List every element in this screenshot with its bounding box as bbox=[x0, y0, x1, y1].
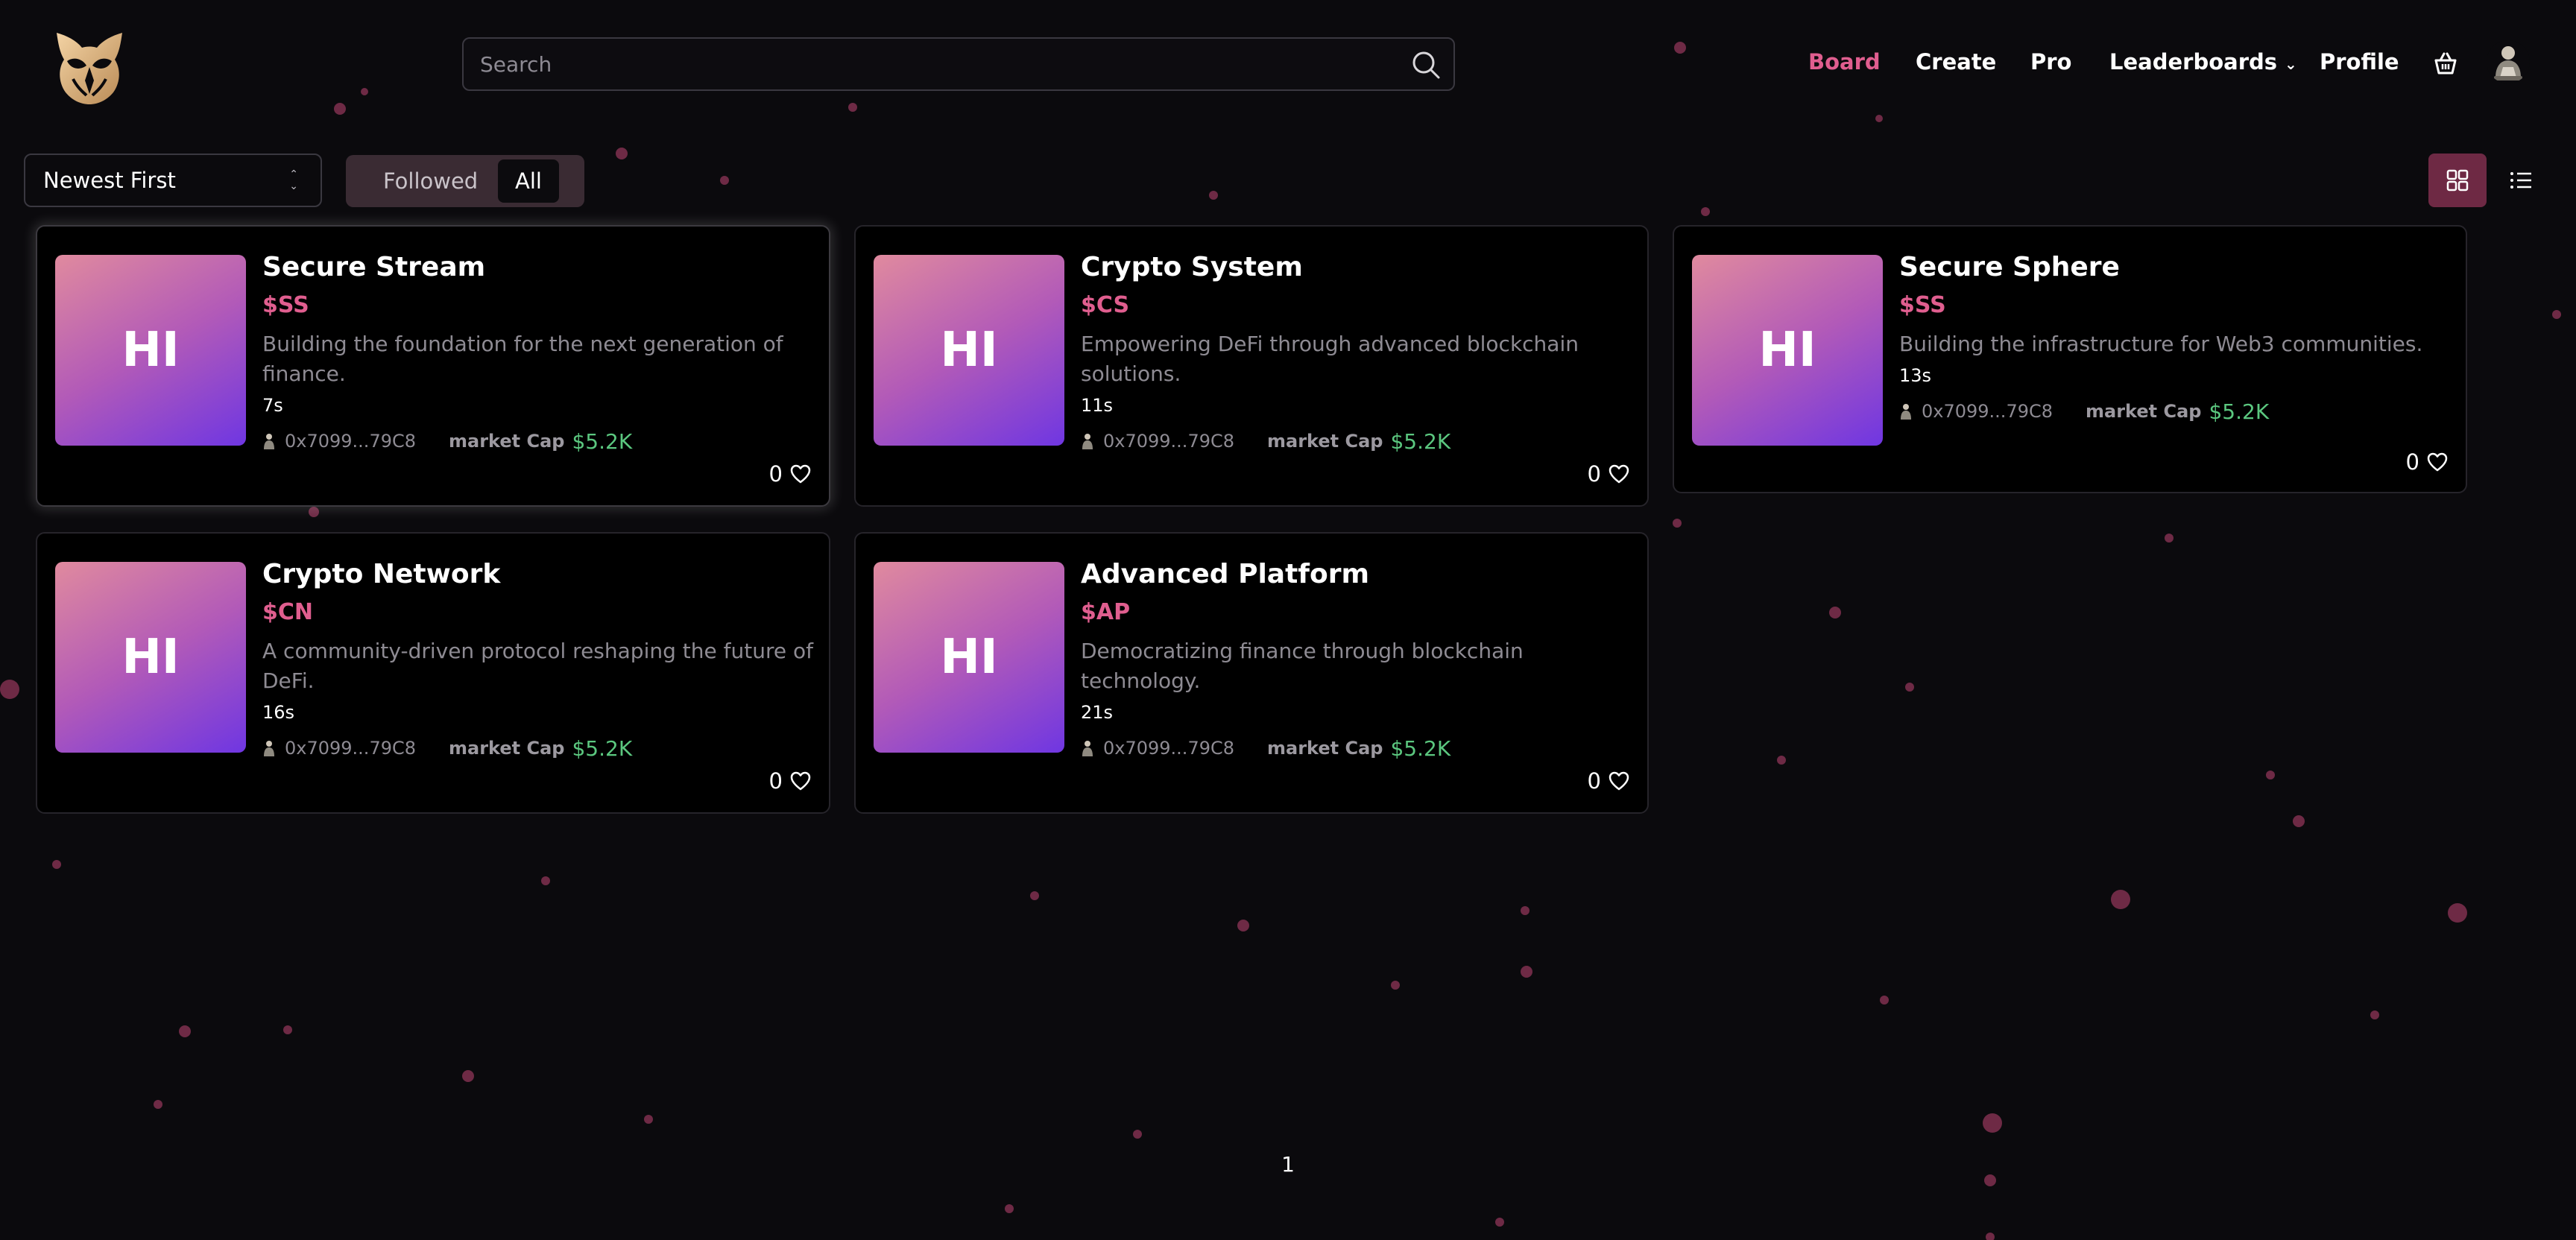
market-cap-value: $5.2K bbox=[1390, 736, 1451, 761]
creator-address[interactable]: 0x7099...79C8 bbox=[1922, 401, 2053, 422]
creator-avatar-icon bbox=[1901, 404, 1911, 420]
like-count: 0 bbox=[768, 461, 783, 487]
nav-profile-link[interactable]: Profile bbox=[2320, 49, 2399, 75]
market-cap-label: market Cap bbox=[449, 738, 565, 759]
like-button[interactable]: 0 bbox=[2406, 449, 2448, 475]
followed-all-toggle: Followed All bbox=[346, 155, 584, 207]
creator-address[interactable]: 0x7099...79C8 bbox=[285, 738, 416, 759]
chevron-down-icon: ⌄ bbox=[2285, 55, 2297, 73]
token-thumbnail: HI bbox=[874, 255, 1064, 446]
creator-address[interactable]: 0x7099...79C8 bbox=[285, 431, 416, 452]
token-card[interactable]: HI Crypto Network $CN A community-driven… bbox=[36, 532, 830, 814]
like-count: 0 bbox=[1587, 461, 1601, 487]
filter-all-option[interactable]: All bbox=[498, 159, 559, 203]
token-age: 11s bbox=[1081, 395, 1114, 416]
token-description: Building the infrastructure for Web3 com… bbox=[1899, 332, 2423, 356]
nav-pro-link[interactable]: Pro bbox=[2030, 49, 2071, 75]
token-meta-row: 0x7099...79C8 market Cap $5.2K bbox=[1081, 428, 1450, 455]
creator-avatar-icon bbox=[1082, 434, 1093, 449]
nav-board-link[interactable]: Board bbox=[1808, 49, 1881, 75]
chevron-up-down-icon: ⌃ ⌄ bbox=[289, 168, 298, 192]
token-thumbnail: HI bbox=[55, 255, 246, 446]
token-thumbnail: HI bbox=[874, 562, 1064, 753]
pagination-current-page[interactable]: 1 bbox=[1281, 1152, 1295, 1177]
creator-address[interactable]: 0x7099...79C8 bbox=[1103, 738, 1234, 759]
market-cap-label: market Cap bbox=[1267, 431, 1383, 452]
nav-leaderboards-dropdown[interactable]: Leaderboards ⌄ bbox=[2109, 49, 2297, 75]
search-bar bbox=[462, 37, 1455, 91]
token-name: Crypto Network bbox=[262, 559, 501, 589]
token-description: Democratizing finance through blockchain… bbox=[1081, 639, 1524, 693]
token-ticker: $SS bbox=[1899, 292, 1946, 318]
token-card[interactable]: HI Crypto System $CS Empowering DeFi thr… bbox=[854, 225, 1649, 507]
creator-avatar-icon bbox=[1082, 741, 1093, 756]
token-name: Secure Sphere bbox=[1899, 252, 2120, 282]
token-meta-row: 0x7099...79C8 market Cap $5.2K bbox=[1899, 398, 2269, 425]
token-ticker: $AP bbox=[1081, 599, 1131, 625]
market-cap-value: $5.2K bbox=[572, 428, 633, 454]
nav-leaderboards-label: Leaderboards bbox=[2109, 49, 2278, 75]
grid-view-button[interactable] bbox=[2428, 154, 2487, 207]
market-cap-label: market Cap bbox=[449, 431, 565, 452]
token-card[interactable]: HI Advanced Platform $AP Democratizing f… bbox=[854, 532, 1649, 814]
token-card[interactable]: HI Secure Stream $SS Building the founda… bbox=[36, 225, 830, 507]
nav-create-link[interactable]: Create bbox=[1916, 49, 1996, 75]
token-meta-row: 0x7099...79C8 market Cap $5.2K bbox=[1081, 735, 1450, 762]
heart-icon bbox=[790, 464, 811, 484]
creator-avatar-icon bbox=[264, 434, 274, 449]
token-ticker: $CN bbox=[262, 599, 313, 625]
token-age: 7s bbox=[262, 395, 283, 416]
market-cap-value: $5.2K bbox=[1390, 428, 1451, 454]
token-ticker: $SS bbox=[262, 292, 309, 318]
like-button[interactable]: 0 bbox=[1588, 768, 1629, 794]
heart-icon bbox=[2427, 452, 2448, 472]
token-meta-row: 0x7099...79C8 market Cap $5.2K bbox=[262, 735, 632, 762]
token-ticker: $CS bbox=[1081, 292, 1130, 318]
token-description: A community-driven protocol reshaping th… bbox=[262, 639, 813, 693]
creator-address[interactable]: 0x7099...79C8 bbox=[1103, 431, 1234, 452]
token-description: Empowering DeFi through advanced blockch… bbox=[1081, 332, 1579, 386]
like-button[interactable]: 0 bbox=[769, 768, 811, 794]
grid-view-icon bbox=[2446, 169, 2469, 192]
like-button[interactable]: 0 bbox=[1588, 461, 1629, 487]
token-thumbnail: HI bbox=[1692, 255, 1883, 446]
market-cap-label: market Cap bbox=[2086, 401, 2202, 422]
like-count: 0 bbox=[2405, 449, 2419, 475]
token-age: 21s bbox=[1081, 702, 1114, 723]
heart-icon bbox=[790, 771, 811, 791]
token-thumbnail: HI bbox=[55, 562, 246, 753]
token-age: 16s bbox=[262, 702, 295, 723]
like-button[interactable]: 0 bbox=[769, 461, 811, 487]
token-name: Advanced Platform bbox=[1081, 559, 1369, 589]
sort-select-value: Newest First bbox=[43, 168, 176, 193]
basket-icon[interactable] bbox=[2433, 51, 2458, 76]
like-count: 0 bbox=[768, 768, 783, 794]
search-input[interactable] bbox=[480, 39, 1374, 89]
token-description: Building the foundation for the next gen… bbox=[262, 332, 783, 386]
sort-select[interactable]: Newest First ⌃ ⌄ bbox=[24, 154, 322, 207]
market-cap-value: $5.2K bbox=[2209, 399, 2270, 424]
top-navigation-bar: Board Create Pro Leaderboards ⌄ Profile bbox=[0, 0, 2576, 134]
token-card[interactable]: HI Secure Sphere $SS Building the infras… bbox=[1673, 225, 2467, 493]
like-count: 0 bbox=[1587, 768, 1601, 794]
list-view-button[interactable] bbox=[2504, 165, 2537, 195]
user-avatar[interactable] bbox=[2487, 40, 2530, 83]
creator-avatar-icon bbox=[264, 741, 274, 756]
token-meta-row: 0x7099...79C8 market Cap $5.2K bbox=[262, 428, 632, 455]
token-age: 13s bbox=[1899, 365, 1932, 386]
market-cap-label: market Cap bbox=[1267, 738, 1383, 759]
token-name: Secure Stream bbox=[262, 252, 486, 282]
heart-icon bbox=[1609, 464, 1629, 484]
search-icon[interactable] bbox=[1410, 49, 1442, 80]
owl-logo-icon[interactable] bbox=[49, 27, 130, 107]
heart-icon bbox=[1609, 771, 1629, 791]
token-name: Crypto System bbox=[1081, 252, 1303, 282]
filter-followed-option[interactable]: Followed bbox=[383, 159, 478, 203]
list-view-icon bbox=[2510, 172, 2531, 189]
market-cap-value: $5.2K bbox=[572, 736, 633, 761]
